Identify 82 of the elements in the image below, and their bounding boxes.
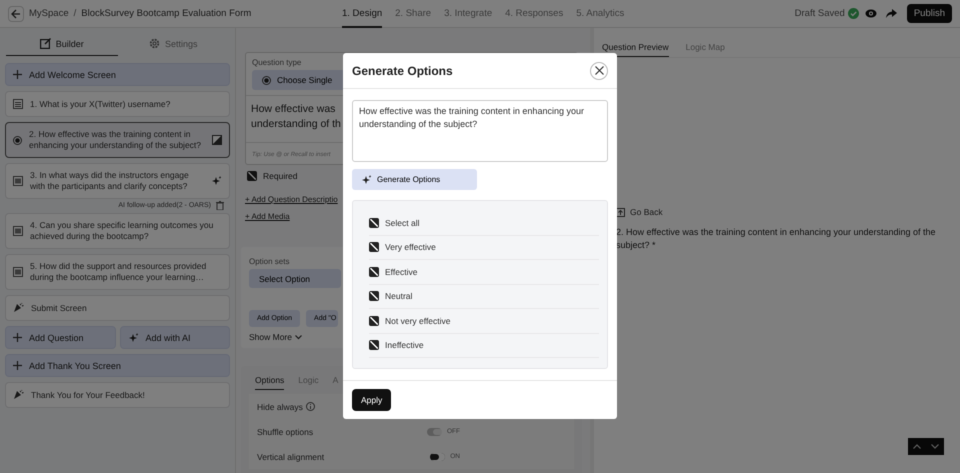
option-checkbox[interactable]: [369, 218, 379, 228]
trash-icon: [216, 201, 224, 210]
add-button[interactable]: Add Welcome Screen: [5, 63, 230, 86]
chevron-down-icon: [931, 444, 939, 449]
add-question-button[interactable]: Add Question: [5, 326, 116, 349]
option-label: Very effective: [385, 242, 436, 252]
edit-icon: [40, 38, 51, 49]
option-label: Neutral: [385, 291, 412, 302]
breadcrumb-link[interactable]: MySpace: [29, 8, 69, 19]
text-lines-icon: [13, 99, 23, 109]
back-arrow-icon: [11, 8, 21, 18]
editor-tab[interactable]: Options: [255, 371, 284, 390]
toggle-switch[interactable]: [427, 428, 442, 436]
radio-button-icon: [13, 136, 22, 144]
show-more-link[interactable]: Show More: [249, 332, 574, 342]
step-tab[interactable]: 2. Share: [395, 0, 432, 28]
option-checkbox[interactable]: [369, 242, 379, 252]
generate-options-button[interactable]: Generate Options: [352, 169, 477, 190]
add-link[interactable]: + Add Question Descriptio: [245, 195, 338, 204]
breadcrumb-separator: /: [74, 8, 76, 19]
arrow-box-icon: [616, 208, 625, 216]
radio-button-icon: [262, 76, 271, 84]
option-label: Effective: [385, 266, 418, 277]
list-icon: [13, 267, 23, 277]
sidebar-tab[interactable]: Builder: [6, 32, 118, 56]
save-status: Draft Saved: [794, 8, 845, 19]
celebration-icon: [13, 390, 24, 400]
contrast-square-icon: [212, 135, 222, 145]
gear-icon: [148, 38, 160, 49]
celebration-icon: [13, 303, 24, 313]
apply-button[interactable]: Apply: [352, 389, 392, 411]
option-checkbox[interactable]: [369, 340, 379, 350]
go-back-link[interactable]: Go Back: [616, 207, 938, 217]
option-set-dropdown[interactable]: Select Option: [249, 269, 341, 288]
option-label: Not very effective: [385, 316, 451, 326]
sparkle-icon: [361, 174, 372, 184]
plus-icon: [13, 333, 22, 342]
chevron-up-icon: [913, 444, 921, 449]
option-checkbox[interactable]: [369, 291, 379, 302]
sparkle-icon: [128, 332, 138, 342]
question-item[interactable]: 5. How did the support and resources provided during the bootcamp influence your learning…: [5, 254, 230, 290]
option-label: Select all: [385, 218, 420, 228]
step-tab[interactable]: 3. Integrate: [444, 0, 492, 28]
option-label: Ineffective: [385, 340, 424, 350]
breadcrumb-link[interactable]: BlockSurvey Bootcamp Evaluation Form: [81, 8, 252, 19]
screen-item[interactable]: Thank You for Your Feedback!: [5, 382, 230, 408]
option-checkbox[interactable]: [369, 316, 379, 326]
chevron-down-icon: [295, 334, 302, 340]
close-icon: [594, 66, 604, 75]
setting-label: Vertical alignment: [257, 452, 324, 462]
sidebar-tab[interactable]: Settings: [118, 32, 229, 56]
add-link[interactable]: + Add Media: [245, 212, 290, 221]
toggle-switch[interactable]: [430, 452, 446, 460]
required-checkbox[interactable]: [247, 171, 257, 181]
field-label: Option sets: [249, 257, 290, 266]
check-circle-icon: [848, 8, 859, 19]
question-item[interactable]: 3. In what ways did the instructors engage with the participants and clarify concepts?: [5, 163, 230, 199]
question-item[interactable]: 2. How effective was the training content in enhancing your understanding of the subject?: [5, 122, 230, 158]
eye-icon: [864, 9, 877, 18]
question-field[interactable]: How effective was the training content in enhancing your understanding of the subject?: [352, 100, 608, 162]
publish-button[interactable]: Publish: [906, 4, 952, 23]
screen-item[interactable]: Submit Screen: [5, 295, 230, 321]
question-item[interactable]: 4. Can you share specific learning outcomes you achieved during the bootcamp?: [5, 213, 230, 249]
setting-label: Shuffle options: [257, 426, 314, 436]
list-icon: [13, 226, 23, 236]
option-checkbox[interactable]: [369, 266, 379, 277]
step-tab[interactable]: 5. Analytics: [576, 0, 624, 28]
setting-label: Hide always: [257, 402, 303, 412]
step-tab[interactable]: 4. Responses: [505, 0, 564, 28]
add-button[interactable]: Add Thank You Screen: [5, 354, 230, 377]
preview-tab[interactable]: Logic Map: [686, 40, 725, 57]
plus-icon: [13, 70, 22, 79]
share-arrow-icon: [886, 9, 898, 18]
back-button[interactable]: [8, 6, 24, 22]
plus-icon: [13, 361, 22, 370]
info-icon: [306, 402, 315, 411]
list-icon: [13, 176, 23, 186]
required-label: Required: [263, 171, 298, 181]
close-button[interactable]: [590, 62, 608, 80]
field-label: Question type: [252, 58, 302, 67]
question-item[interactable]: 1. What is your X(Twitter) username?: [5, 91, 230, 117]
add-with-ai-button[interactable]: Add with AI: [120, 326, 230, 349]
